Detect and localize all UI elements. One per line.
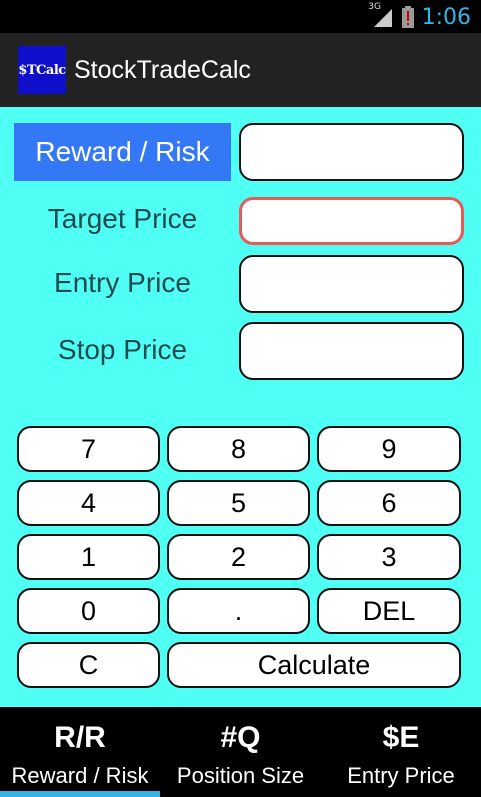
stop-price-label: Stop Price: [57, 334, 188, 365]
key-1[interactable]: 1: [17, 534, 160, 580]
entry-price-field[interactable]: [239, 255, 464, 313]
tab-position-size[interactable]: #Q Position Size: [160, 707, 321, 797]
calculate-button[interactable]: Calculate: [167, 642, 461, 688]
key-0[interactable]: 0: [17, 588, 160, 634]
key-8[interactable]: 8: [167, 426, 310, 472]
tab-abbr: #Q: [220, 721, 261, 754]
stop-price-field[interactable]: [239, 322, 464, 380]
tab-entry-price[interactable]: $E Entry Price: [321, 707, 481, 797]
key-decimal[interactable]: .: [167, 588, 310, 634]
key-4[interactable]: 4: [17, 480, 160, 526]
bottom-tab-bar: R/R Reward / Risk #Q Position Size $E En…: [0, 707, 481, 797]
key-3[interactable]: 3: [317, 534, 461, 580]
key-9[interactable]: 9: [317, 426, 461, 472]
result-field[interactable]: [239, 123, 464, 181]
status-bar: 3G 1:06: [0, 0, 481, 33]
tab-abbr: $E: [382, 721, 420, 754]
delete-button[interactable]: DEL: [317, 588, 461, 634]
tab-reward-risk[interactable]: R/R Reward / Risk: [0, 707, 160, 797]
tab-abbr: R/R: [54, 721, 106, 754]
clear-button[interactable]: C: [17, 642, 160, 688]
status-icons: 1:06: [372, 2, 471, 32]
key-7[interactable]: 7: [17, 426, 160, 472]
key-5[interactable]: 5: [167, 480, 310, 526]
app-logo: $TCalc: [18, 46, 66, 94]
target-price-field[interactable]: [239, 197, 464, 245]
app-title: StockTradeCalc: [74, 55, 251, 84]
calculator-panel: Reward / Risk Target Price Entry Price S…: [0, 107, 481, 707]
target-price-label: Target Price: [47, 203, 198, 234]
selected-tab-indicator: [0, 791, 160, 797]
tab-label: Entry Price: [347, 763, 455, 788]
tab-label: Position Size: [176, 763, 305, 788]
action-bar: $TCalc StockTradeCalc: [0, 33, 481, 107]
tab-label: Reward / Risk: [11, 763, 149, 788]
entry-price-label: Entry Price: [54, 267, 191, 298]
signal-icon: [372, 6, 394, 28]
mode-label: Reward / Risk: [14, 123, 231, 181]
key-6[interactable]: 6: [317, 480, 461, 526]
status-clock: 1:06: [421, 4, 471, 30]
key-2[interactable]: 2: [167, 534, 310, 580]
battery-alert-icon: [401, 6, 414, 28]
